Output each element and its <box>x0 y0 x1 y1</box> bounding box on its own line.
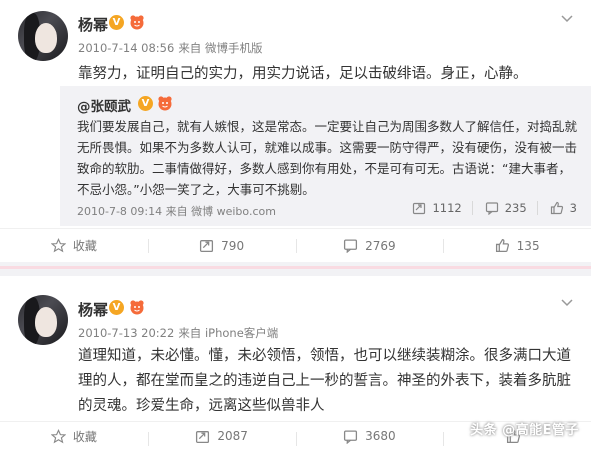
verified-icon: V <box>109 300 124 315</box>
comment-icon <box>343 429 358 444</box>
comment-count: 2769 <box>365 238 396 253</box>
favorite-button[interactable]: 收藏 <box>0 422 148 450</box>
favorite-label: 收藏 <box>72 429 97 444</box>
retweet-author[interactable]: @张颐武 <box>77 95 131 115</box>
repost-icon <box>195 429 210 444</box>
vip-icon <box>128 299 146 315</box>
avatar[interactable] <box>18 295 68 345</box>
verified-icon: V <box>138 96 153 111</box>
like-button[interactable]: 135 <box>443 229 591 262</box>
post-meta: 2010-7-13 20:22 来自 iPhone客户端 <box>78 325 282 341</box>
post-meta: 2010-7-14 08:56 来自 微博手机版 <box>78 40 266 56</box>
comment-button[interactable]: 2769 <box>295 229 444 262</box>
repost-count: 2087 <box>217 429 248 443</box>
post-separator <box>0 262 591 276</box>
retweet-comment-count: 235 <box>504 201 527 215</box>
retweet-comment-stat[interactable]: 235 <box>471 201 527 215</box>
repost-count: 790 <box>221 238 245 253</box>
repost-button[interactable]: 790 <box>147 229 296 262</box>
star-icon <box>50 428 66 444</box>
chevron-down-icon[interactable] <box>559 10 575 26</box>
vip-icon <box>156 95 174 111</box>
weibo-post-1: 杨幂 V 2010-7-14 08:56 来自 微博手机版 靠努力，证明自己的实力… <box>0 0 591 262</box>
retweet-box[interactable]: @张颐武 V 我们要发展自己，就有人嫉恨，这是常态。一定要让自己为周围多数人了解… <box>60 86 591 226</box>
retweet-text: 我们要发展自己，就有人嫉恨，这是常态。一定要让自己为周围多数人了解信任，对捣乱就… <box>77 119 578 197</box>
source[interactable]: 来自 iPhone客户端 <box>178 326 278 340</box>
retweet-like-stat[interactable]: 3 <box>536 201 577 215</box>
action-bar: 收藏 790 2769 135 <box>0 228 591 262</box>
vip-icon <box>128 14 146 30</box>
retweet-like-count: 3 <box>569 201 577 215</box>
comment-count: 3680 <box>365 429 396 443</box>
like-icon <box>550 201 564 215</box>
repost-icon <box>412 201 426 215</box>
comment-icon <box>485 201 499 215</box>
retweet-stats: 1112 235 3 <box>412 201 577 215</box>
username[interactable]: 杨幂 <box>78 299 108 320</box>
like-icon <box>495 238 510 253</box>
verified-icon: V <box>109 15 124 30</box>
retweet-repost-count: 1112 <box>432 201 462 215</box>
username[interactable]: 杨幂 <box>78 14 108 35</box>
avatar[interactable] <box>18 11 68 61</box>
watermark: 头条 @高能E管子 <box>470 423 579 438</box>
source[interactable]: 来自 微博手机版 <box>178 41 262 55</box>
chevron-down-icon[interactable] <box>559 294 575 310</box>
like-count: 135 <box>516 238 540 253</box>
comment-button[interactable]: 3680 <box>295 422 444 450</box>
post-text: 道理知道，未必懂。懂，未必领悟，领悟，也可以继续装糊涂。很多满口大道理的人，都在… <box>78 348 571 414</box>
retweet-repost-stat[interactable]: 1112 <box>412 201 462 215</box>
post-text: 靠努力，证明自己的实力，用实力说话，足以击破绯语。身正，心静。 <box>78 66 528 82</box>
repost-button[interactable]: 2087 <box>147 422 296 450</box>
repost-icon <box>199 238 214 253</box>
retweet-meta: 2010-7-8 09:14 来自 微博 weibo.com <box>77 205 276 218</box>
favorite-button[interactable]: 收藏 <box>0 229 148 262</box>
star-icon <box>50 238 66 253</box>
comment-icon <box>343 238 358 253</box>
timestamp[interactable]: 2010-7-13 20:22 <box>78 326 174 340</box>
timestamp[interactable]: 2010-7-14 08:56 <box>78 41 174 55</box>
favorite-label: 收藏 <box>72 239 97 253</box>
